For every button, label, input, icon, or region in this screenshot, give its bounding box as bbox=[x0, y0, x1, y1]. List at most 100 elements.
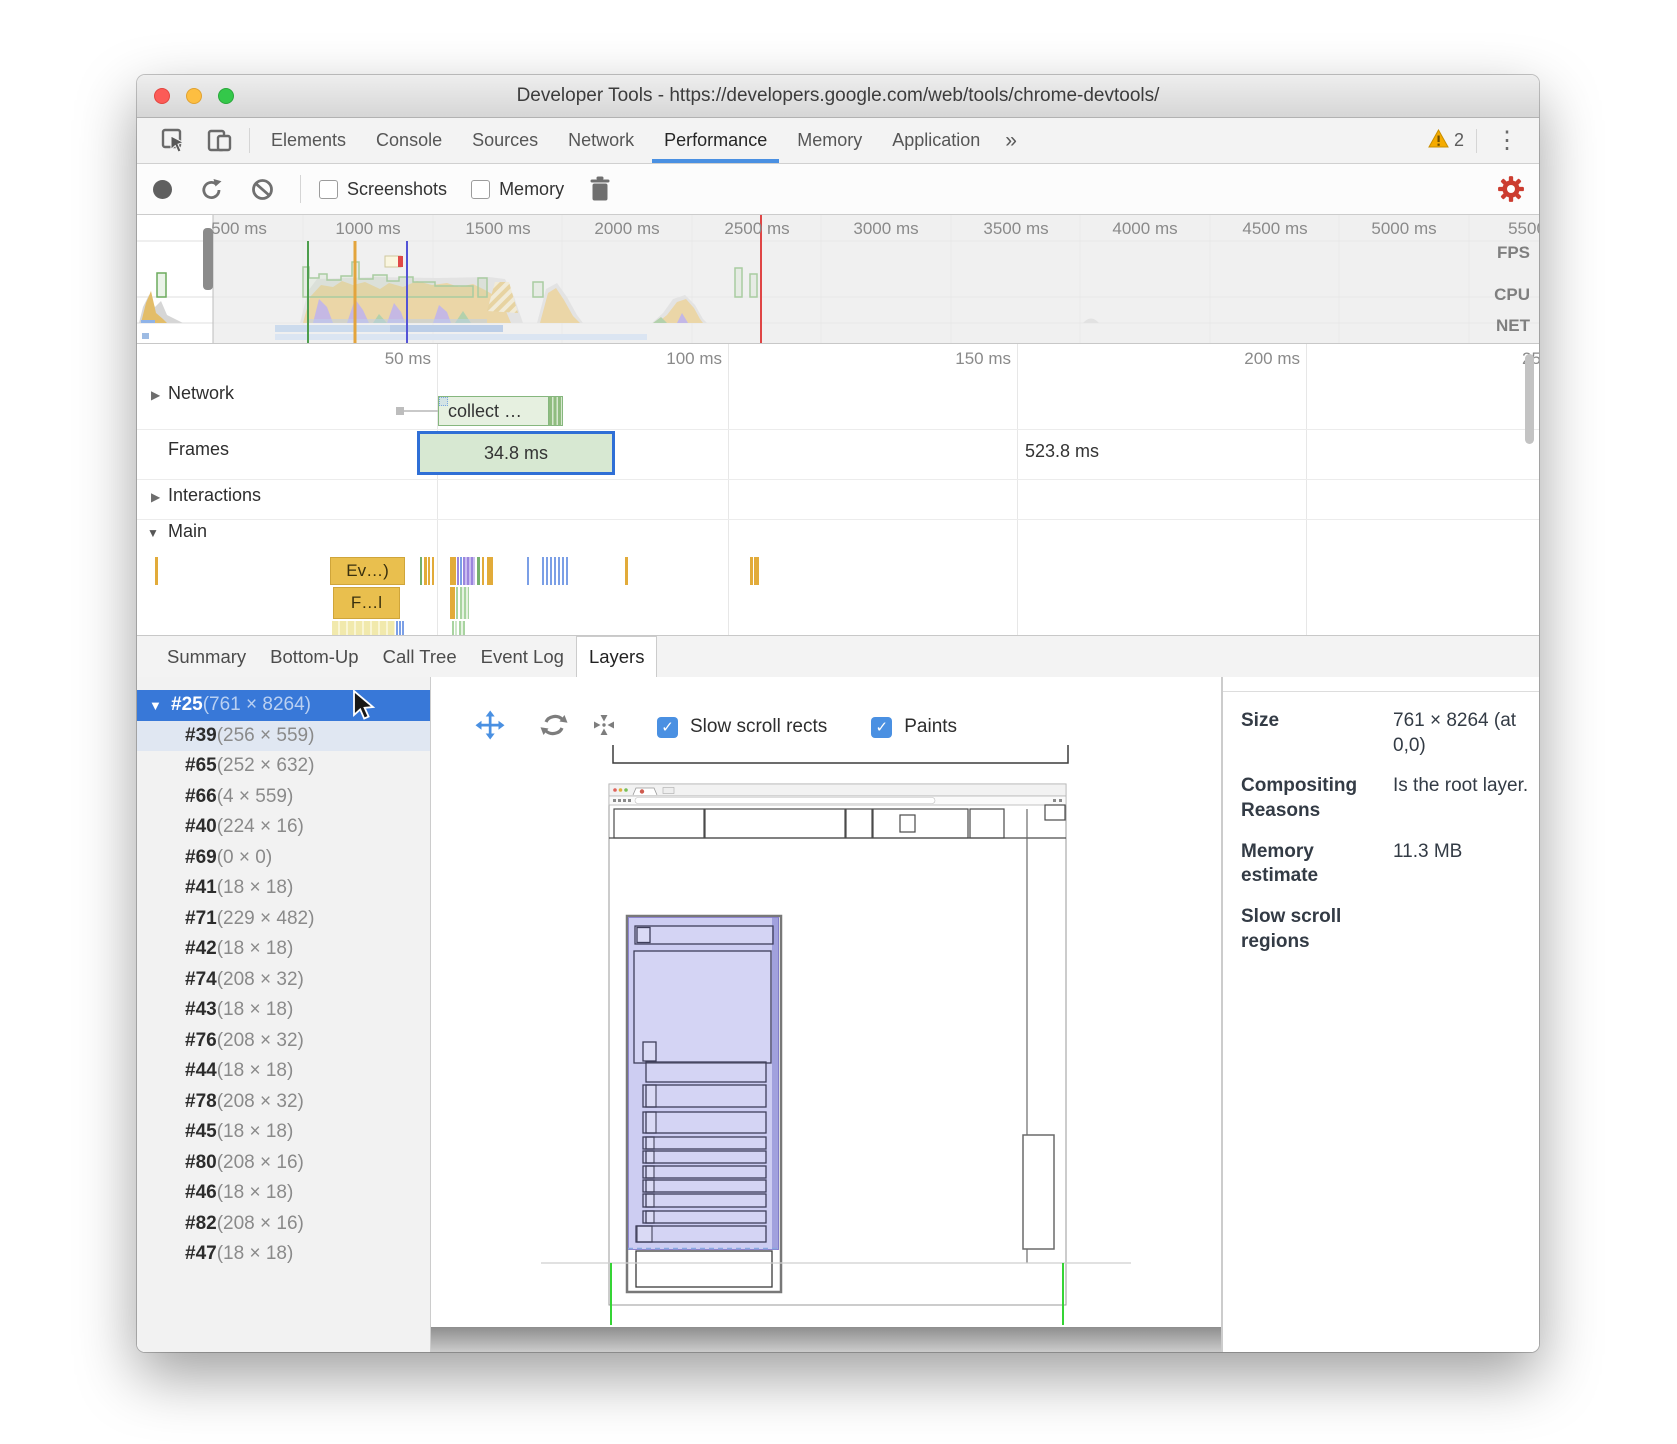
tab-summary[interactable]: Summary bbox=[155, 636, 258, 677]
activity-bar[interactable] bbox=[457, 557, 459, 585]
frames-track-label[interactable]: Frames bbox=[168, 439, 229, 460]
tab-bottom-up[interactable]: Bottom-Up bbox=[258, 636, 370, 677]
activity-bar[interactable] bbox=[424, 557, 427, 585]
more-tabs-chevron-icon[interactable]: » bbox=[995, 118, 1027, 163]
activity-bar[interactable] bbox=[459, 621, 465, 635]
layer-wireframe[interactable] bbox=[431, 677, 1221, 1352]
layer-row[interactable]: ▼#25(761 × 8264) bbox=[137, 690, 430, 721]
tab-memory[interactable]: Memory bbox=[782, 118, 877, 163]
paints-checkbox[interactable]: ✓ bbox=[871, 717, 892, 738]
activity-bar[interactable] bbox=[625, 557, 628, 585]
expand-icon[interactable]: ▶ bbox=[151, 388, 160, 402]
layers-3d-view[interactable]: ✓ Slow scroll rects ✓ Paints bbox=[430, 677, 1222, 1352]
tab-performance[interactable]: Performance bbox=[649, 118, 782, 163]
tab-layers[interactable]: Layers bbox=[576, 636, 658, 677]
activity-bar[interactable] bbox=[452, 621, 454, 635]
layer-row[interactable]: #43(18 × 18) bbox=[137, 995, 430, 1026]
activity-bar[interactable] bbox=[566, 557, 568, 585]
function-bar[interactable]: F…l bbox=[333, 587, 400, 619]
activity-bar[interactable] bbox=[546, 557, 548, 585]
activity-bar[interactable] bbox=[332, 621, 395, 635]
memory-checkbox[interactable]: Memory bbox=[471, 179, 564, 200]
activity-bar[interactable] bbox=[432, 557, 434, 585]
selected-frame[interactable]: 34.8 ms bbox=[417, 431, 615, 475]
pan-mode-icon[interactable] bbox=[475, 710, 505, 745]
checkbox-unchecked[interactable] bbox=[319, 180, 338, 199]
layer-row[interactable]: #82(208 × 16) bbox=[137, 1209, 430, 1240]
layer-row[interactable]: #66(4 × 559) bbox=[137, 782, 430, 813]
activity-bar[interactable] bbox=[396, 621, 398, 635]
activity-bar[interactable] bbox=[455, 621, 457, 635]
slow-scroll-rects-checkbox[interactable]: ✓ bbox=[657, 717, 678, 738]
kebab-menu-icon[interactable]: ⋮ bbox=[1485, 126, 1529, 155]
close-window-button[interactable] bbox=[154, 88, 170, 104]
layer-row[interactable]: #80(208 × 16) bbox=[137, 1148, 430, 1179]
inspect-element-icon[interactable] bbox=[151, 118, 197, 163]
tab-sources[interactable]: Sources bbox=[457, 118, 553, 163]
clear-recording-button[interactable] bbox=[249, 176, 276, 203]
device-toolbar-icon[interactable] bbox=[197, 118, 243, 163]
tab-application[interactable]: Application bbox=[877, 118, 995, 163]
frame-duration[interactable]: 523.8 ms bbox=[1025, 441, 1099, 462]
activity-bar[interactable] bbox=[754, 557, 759, 585]
zoom-window-button[interactable] bbox=[218, 88, 234, 104]
activity-bar[interactable] bbox=[402, 621, 404, 635]
activity-bar[interactable] bbox=[558, 557, 560, 585]
activity-bar[interactable] bbox=[562, 557, 564, 585]
activity-bar[interactable] bbox=[420, 557, 422, 585]
layer-row[interactable]: #78(208 × 32) bbox=[137, 1087, 430, 1118]
activity-bar[interactable] bbox=[460, 557, 462, 585]
activity-bar[interactable] bbox=[460, 587, 469, 619]
layer-row[interactable]: #44(18 × 18) bbox=[137, 1056, 430, 1087]
collapse-icon[interactable]: ▼ bbox=[149, 698, 171, 713]
activity-bar[interactable] bbox=[554, 557, 556, 585]
layer-row[interactable]: #46(18 × 18) bbox=[137, 1178, 430, 1209]
activity-bar[interactable] bbox=[542, 557, 544, 585]
activity-bar[interactable] bbox=[477, 557, 480, 585]
expand-icon[interactable]: ▶ bbox=[151, 490, 160, 504]
flame-chart[interactable]: 50 ms 100 ms 150 ms 200 ms 250 ms ▶ Netw… bbox=[137, 344, 1539, 636]
warning-icon[interactable] bbox=[1428, 129, 1449, 153]
tab-network[interactable]: Network bbox=[553, 118, 649, 163]
activity-bar[interactable] bbox=[456, 587, 458, 619]
tab-console[interactable]: Console bbox=[361, 118, 457, 163]
activity-bar[interactable] bbox=[750, 557, 753, 585]
activity-bar[interactable] bbox=[487, 557, 493, 585]
activity-bar[interactable] bbox=[550, 557, 552, 585]
activity-bar[interactable] bbox=[450, 587, 455, 619]
tab-event-log[interactable]: Event Log bbox=[469, 636, 576, 677]
layer-row[interactable]: #65(252 × 632) bbox=[137, 751, 430, 782]
layer-row[interactable]: #40(224 × 16) bbox=[137, 812, 430, 843]
layer-row[interactable]: #47(18 × 18) bbox=[137, 1239, 430, 1270]
layer-row[interactable]: #42(18 × 18) bbox=[137, 934, 430, 965]
activity-bar[interactable] bbox=[428, 557, 430, 585]
event-bar[interactable]: Ev…) bbox=[330, 557, 405, 585]
layer-row[interactable]: #41(18 × 18) bbox=[137, 873, 430, 904]
minimize-window-button[interactable] bbox=[186, 88, 202, 104]
activity-bar[interactable] bbox=[399, 621, 401, 635]
activity-bar[interactable] bbox=[463, 557, 475, 585]
timeline-overview[interactable]: 500 ms 1000 ms 1500 ms 2000 ms 2500 ms 3… bbox=[137, 215, 1539, 344]
layer-row[interactable]: #74(208 × 32) bbox=[137, 965, 430, 996]
settings-gear-icon[interactable] bbox=[1497, 175, 1525, 203]
vertical-scrollbar[interactable] bbox=[1525, 354, 1534, 444]
network-request-bar[interactable]: collect … bbox=[438, 396, 563, 426]
screenshots-checkbox[interactable]: Screenshots bbox=[319, 179, 447, 200]
activity-bar[interactable] bbox=[450, 557, 456, 585]
trash-icon[interactable] bbox=[588, 175, 612, 203]
tab-call-tree[interactable]: Call Tree bbox=[371, 636, 469, 677]
checkbox-unchecked[interactable] bbox=[471, 180, 490, 199]
layer-row[interactable]: #71(229 × 482) bbox=[137, 904, 430, 935]
layer-row[interactable]: #45(18 × 18) bbox=[137, 1117, 430, 1148]
activity-bar[interactable] bbox=[527, 557, 529, 585]
rotate-mode-icon[interactable] bbox=[539, 710, 569, 745]
main-track-label[interactable]: Main bbox=[168, 521, 207, 542]
activity-bar[interactable] bbox=[482, 557, 484, 585]
interactions-track-label[interactable]: Interactions bbox=[168, 485, 261, 506]
network-track-label[interactable]: Network bbox=[168, 383, 234, 404]
layer-row[interactable]: #39(256 × 559) bbox=[137, 721, 430, 752]
layer-row[interactable]: #76(208 × 32) bbox=[137, 1026, 430, 1057]
tab-elements[interactable]: Elements bbox=[256, 118, 361, 163]
layer-row[interactable]: #69(0 × 0) bbox=[137, 843, 430, 874]
layer-tree[interactable]: ▼#25(761 × 8264) #39(256 × 559) #65(252 … bbox=[137, 677, 430, 1352]
